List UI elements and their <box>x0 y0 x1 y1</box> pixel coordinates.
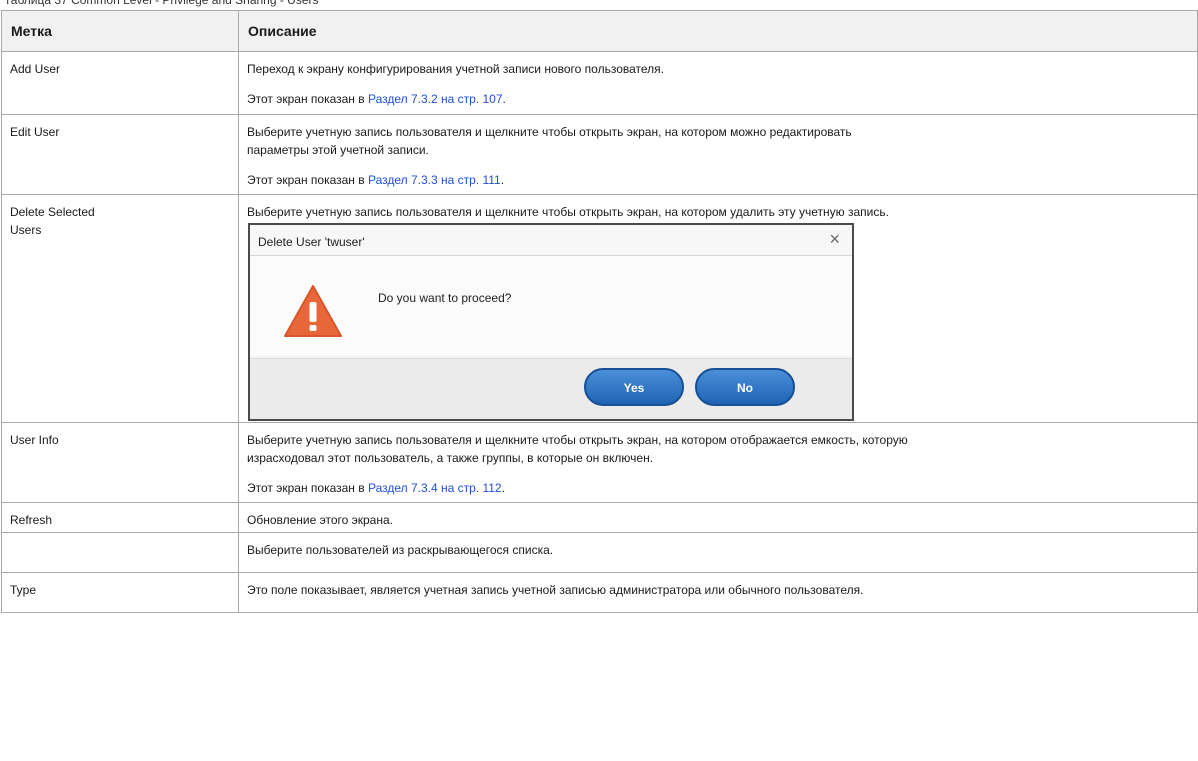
table-row: Выберите пользователей из раскрывающегос… <box>1 532 1198 573</box>
row-description: Обновление этого экрана. <box>238 502 1198 533</box>
description-text: Выберите учетную запись пользователя и щ… <box>247 125 852 139</box>
description-text: израсходовал этот пользователь, а также … <box>247 451 654 465</box>
row-label: Refresh <box>1 502 239 533</box>
section-link[interactable]: Раздел 7.3.4 на стр. 112 <box>368 481 502 495</box>
header-label: Метка <box>1 10 239 52</box>
description-text: Переход к экрану конфигурирования учетно… <box>247 62 664 76</box>
dialog-footer: Yes No <box>250 358 852 419</box>
dialog-title: Delete User 'twuser' <box>258 235 365 249</box>
header-description: Описание <box>238 10 1198 52</box>
row-label: Edit User <box>1 114 239 195</box>
reference-text: Этот экран показан в Раздел 7.3.4 на стр… <box>247 481 505 495</box>
row-label: Delete Selected Users <box>1 194 239 423</box>
table-row: Type Это поле показывает, является учетн… <box>1 572 1198 613</box>
table-row: Refresh Обновление этого экрана. <box>1 502 1198 533</box>
reference-text: Этот экран показан в Раздел 7.3.3 на стр… <box>247 173 505 187</box>
row-label: Type <box>1 572 239 613</box>
description-text: параметры этой учетной записи. <box>247 143 429 157</box>
row-label: User Info <box>1 422 239 503</box>
row-description: Это поле показывает, является учетная за… <box>238 572 1198 613</box>
row-label: Add User <box>1 51 239 115</box>
section-link[interactable]: Раздел 7.3.3 на стр. 111 <box>368 173 501 187</box>
warning-icon <box>284 285 342 337</box>
dialog-body: Do you want to proceed? <box>250 256 852 356</box>
table-row: Edit User Выберите учетную запись пользо… <box>1 114 1198 195</box>
close-icon[interactable]: × <box>829 230 840 248</box>
table-row: Delete Selected Users Выберите учетную з… <box>1 194 1198 423</box>
reference-text: Этот экран показан в Раздел 7.3.2 на стр… <box>247 92 506 106</box>
description-text: Выберите учетную запись пользователя и щ… <box>247 433 908 447</box>
yes-button[interactable]: Yes <box>584 368 684 406</box>
row-description: Выберите учетную запись пользователя и щ… <box>238 194 1198 423</box>
row-description: Переход к экрану конфигурирования учетно… <box>238 51 1198 115</box>
description-text: Выберите учетную запись пользователя и щ… <box>247 205 889 219</box>
table-row: User Info Выберите учетную запись пользо… <box>1 422 1198 503</box>
dialog-header: Delete User 'twuser' × <box>250 225 852 256</box>
no-button[interactable]: No <box>695 368 795 406</box>
dialog-message: Do you want to proceed? <box>378 291 512 305</box>
table-row: Add User Переход к экрану конфигурирован… <box>1 51 1198 115</box>
section-link[interactable]: Раздел 7.3.2 на стр. 107 <box>368 92 503 106</box>
row-description: Выберите пользователей из раскрывающегос… <box>238 532 1198 573</box>
row-label <box>1 532 239 573</box>
row-description: Выберите учетную запись пользователя и щ… <box>238 422 1198 503</box>
table-header-row: Метка Описание <box>1 10 1198 52</box>
description-table: Метка Описание Add User Переход к экрану… <box>1 10 1198 613</box>
row-description: Выберите учетную запись пользователя и щ… <box>238 114 1198 195</box>
delete-user-dialog: Delete User 'twuser' × Do you want to pr… <box>248 223 854 421</box>
table-caption: Таблица 37 Common Level - Privilege and … <box>4 0 319 7</box>
